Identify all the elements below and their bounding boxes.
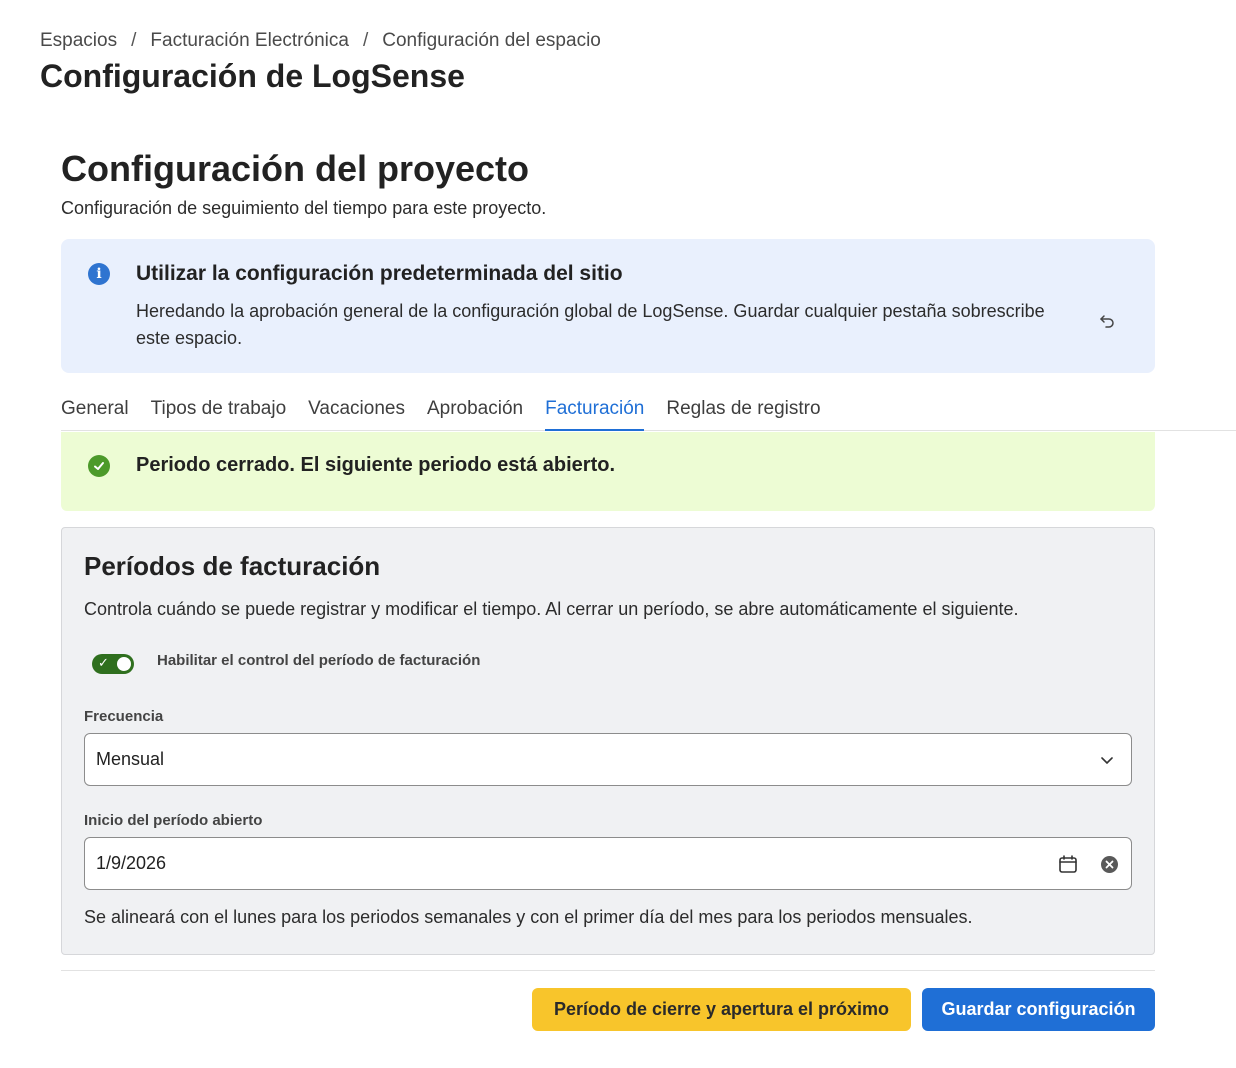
page-title: Configuración de LogSense [40, 58, 465, 94]
save-settings-button[interactable]: Guardar configuración [922, 988, 1155, 1031]
divider [61, 970, 1155, 971]
open-period-start-value: 1/9/2026 [96, 853, 167, 873]
billing-period-toggle-label[interactable]: Habilitar el control del período de fact… [157, 652, 480, 669]
billing-periods-description: Controla cuándo se puede registrar y mod… [84, 599, 1019, 619]
breadcrumb: Espacios / Facturación Electrónica / Con… [40, 30, 601, 52]
project-settings-subtitle: Configuración de seguimiento del tiempo … [61, 198, 547, 218]
breadcrumb-item-espacios[interactable]: Espacios [40, 30, 117, 52]
breadcrumb-current: Configuración del espacio [382, 30, 601, 51]
billing-periods-title: Períodos de facturación [84, 551, 381, 581]
tab-vacaciones[interactable]: Vacaciones [308, 388, 405, 431]
tab-aprobacion[interactable]: Aprobación [427, 388, 523, 431]
undo-icon[interactable] [1097, 311, 1117, 331]
check-circle-icon [88, 455, 110, 477]
check-icon: ✓ [98, 656, 109, 671]
open-period-start-input[interactable]: 1/9/2026 [84, 837, 1132, 890]
breadcrumb-item-facturacion[interactable]: Facturación Electrónica [150, 30, 349, 52]
tab-reglas-de-registro[interactable]: Reglas de registro [666, 388, 820, 431]
clear-icon[interactable] [1101, 856, 1118, 873]
success-banner: Periodo cerrado. El siguiente periodo es… [61, 432, 1155, 511]
breadcrumb-separator: / [362, 30, 369, 51]
site-defaults-text: Heredando la aprobación general de la co… [136, 301, 1045, 348]
frequency-label: Frecuencia [84, 708, 164, 725]
frequency-value: Mensual [96, 749, 165, 769]
period-alignment-help: Se alineará con el lunes para los period… [84, 907, 973, 927]
calendar-icon[interactable] [1057, 853, 1079, 875]
breadcrumb-separator: / [131, 30, 137, 51]
tab-facturacion[interactable]: Facturación [545, 388, 645, 431]
settings-page: Espacios / Facturación Electrónica / Con… [0, 0, 1236, 1068]
project-settings-title: Configuración del proyecto [61, 148, 530, 189]
tab-general[interactable]: General [61, 388, 129, 431]
settings-tabs: General Tipos de trabajo Vacaciones Apro… [61, 388, 1236, 431]
billing-period-toggle[interactable]: ✓ [92, 654, 134, 674]
frequency-select[interactable]: Mensual [84, 733, 1132, 786]
site-defaults-title: Utilizar la configuración predeterminada… [136, 262, 623, 285]
billing-periods-card: Períodos de facturación Controla cuándo … [61, 527, 1155, 955]
tab-tipos-de-trabajo[interactable]: Tipos de trabajo [151, 388, 287, 431]
site-defaults-banner: i Utilizar la configuración predetermina… [61, 239, 1155, 373]
info-icon: i [88, 263, 110, 285]
success-message: Periodo cerrado. El siguiente periodo es… [136, 454, 616, 476]
chevron-down-icon [1101, 757, 1113, 764]
close-and-open-next-period-button[interactable]: Período de cierre y apertura el próximo [532, 988, 911, 1031]
open-period-start-label: Inicio del período abierto [84, 812, 263, 829]
toggle-knob [117, 657, 131, 671]
